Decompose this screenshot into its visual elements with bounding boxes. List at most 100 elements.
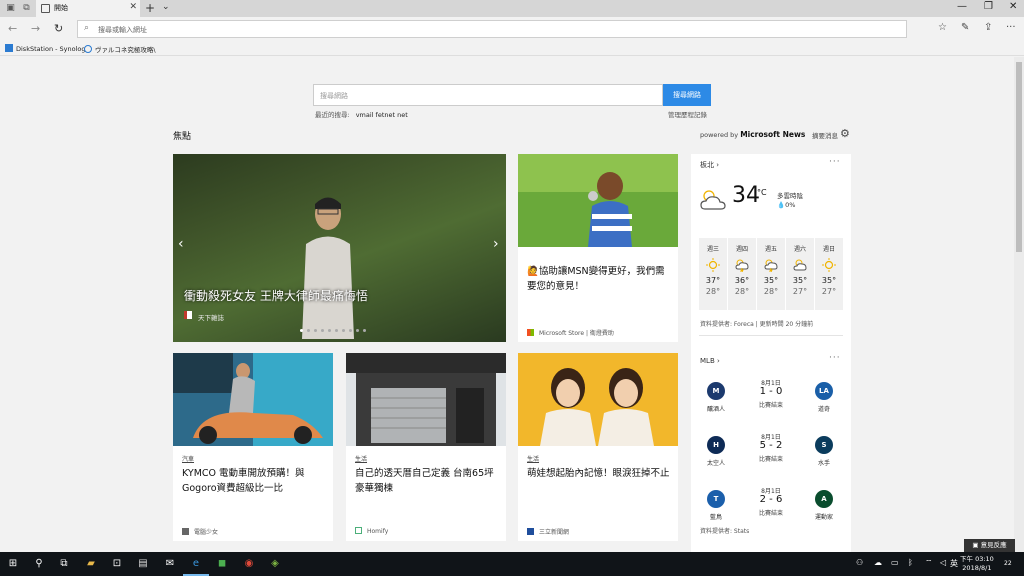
file-explorer-icon[interactable]: ▰ bbox=[84, 557, 98, 571]
forecast-low: 27° bbox=[821, 287, 837, 296]
favorite-valkyrie[interactable]: ヴァルコネ究極攻略\ bbox=[84, 44, 156, 54]
share-icon[interactable]: ⇪ bbox=[984, 22, 992, 33]
web-note-icon[interactable]: ✎ bbox=[961, 22, 969, 33]
dodgers-logo-icon: LA bbox=[815, 382, 833, 400]
wifi-icon[interactable]: ⌔ bbox=[925, 558, 933, 568]
hero-headline[interactable]: 衝動殺死女友 王牌大律師最痛悔悟 bbox=[184, 287, 368, 304]
volume-icon[interactable]: ◁ bbox=[940, 558, 946, 567]
weather-location[interactable]: 板北 › bbox=[700, 160, 719, 170]
close-window-icon[interactable]: ✕ bbox=[1009, 1, 1017, 12]
weather-more-icon[interactable]: ··· bbox=[829, 157, 841, 167]
line-icon[interactable]: ◼ bbox=[215, 557, 229, 571]
task-view-icon[interactable]: ⧉ bbox=[57, 557, 71, 571]
network-icon[interactable]: ▭ bbox=[891, 558, 899, 567]
favorite-diskstation[interactable]: DiskStation - Synolog bbox=[5, 44, 86, 53]
manage-feed-link[interactable]: 摘要消息 bbox=[812, 130, 838, 140]
recent-query-link[interactable]: vmail fetnet net bbox=[356, 111, 408, 119]
news-card[interactable]: 汽車 KYMCO 電動車開放預購！與Gogoro資費超級比一比 電腦少女 bbox=[173, 353, 333, 541]
favorite-label: ヴァルコネ究極攻略\ bbox=[95, 46, 156, 54]
hero-source: 天下雜誌 bbox=[198, 314, 224, 322]
tab-preview-icon[interactable]: ▣ bbox=[4, 2, 17, 15]
clock[interactable]: 下午 03:10 2018/8/1 bbox=[960, 555, 994, 573]
forecast-day[interactable]: 週三 37° 28° bbox=[699, 238, 727, 310]
maximize-icon[interactable]: ❐ bbox=[984, 1, 993, 12]
windows-start-icon[interactable]: ⊞ bbox=[6, 557, 20, 571]
chrome-icon[interactable]: ◉ bbox=[242, 557, 256, 571]
carousel-dot[interactable] bbox=[328, 329, 331, 332]
temperature-unit[interactable]: °C bbox=[757, 188, 767, 197]
favorites-star-icon[interactable]: ☆ bbox=[938, 22, 947, 33]
manage-history-link[interactable]: 管理歷程記錄 bbox=[668, 109, 707, 119]
minimize-icon[interactable]: — bbox=[957, 1, 967, 12]
bluetooth-icon[interactable]: ᛒ bbox=[908, 558, 913, 567]
hero-carousel[interactable]: ‹ › 衝動殺死女友 王牌大律師最痛悔悟 天下雜誌 bbox=[173, 154, 506, 342]
carousel-dot[interactable] bbox=[356, 329, 359, 332]
news-card[interactable]: 生活 自己的透天厝自己定義 台南65坪豪華獨棟 Homify bbox=[346, 353, 506, 541]
tab-start[interactable]: 開始 ✕ bbox=[36, 0, 140, 17]
section-title: 焦點 bbox=[173, 132, 192, 142]
app-icon[interactable]: ▤ bbox=[136, 557, 150, 571]
carousel-dot[interactable] bbox=[349, 329, 352, 332]
carousel-dot[interactable] bbox=[307, 329, 310, 332]
cloud-icon[interactable]: ☁ bbox=[874, 558, 882, 567]
notification-badge[interactable]: 22 bbox=[1004, 560, 1012, 567]
news-card[interactable]: 🙋協助讓MSN變得更好，我們需要您的意見！ Microsoft Store | … bbox=[518, 154, 678, 342]
tab-title: 開始 bbox=[54, 4, 68, 12]
mail-icon[interactable]: ✉ bbox=[163, 557, 177, 571]
forecast-day[interactable]: 週日 35° 27° bbox=[815, 238, 843, 310]
game-status: 比賽結束 bbox=[758, 402, 783, 409]
page-scrollbar[interactable] bbox=[1014, 57, 1024, 552]
search-icon[interactable]: ⚲ bbox=[32, 557, 46, 571]
mlb-title[interactable]: MLB › bbox=[700, 357, 720, 365]
web-search-input[interactable]: 搜尋網路 bbox=[313, 84, 663, 106]
card-category[interactable]: 生活 bbox=[527, 454, 539, 463]
app-icon[interactable]: ◈ bbox=[268, 557, 282, 571]
close-tab-icon[interactable]: ✕ bbox=[129, 2, 137, 12]
carousel-dot[interactable] bbox=[363, 329, 366, 332]
address-input[interactable]: ⌕ 搜尋或輸入網址 bbox=[77, 20, 907, 38]
mlb-game[interactable]: T 藍鳥 8月1日 2 - 6 比賽結束 A 運動家 bbox=[691, 486, 851, 526]
brewers-logo-icon: M bbox=[707, 382, 725, 400]
forecast-day[interactable]: 週五 35° 28° bbox=[757, 238, 785, 310]
feedback-button[interactable]: ▣ 意見反應 bbox=[964, 539, 1015, 552]
card-title: 自己的透天厝自己定義 台南65坪豪華獨棟 bbox=[355, 468, 494, 494]
people-icon[interactable]: ⚇ bbox=[856, 558, 863, 567]
carousel-dot[interactable] bbox=[314, 329, 317, 332]
forecast-day[interactable]: 週六 35° 27° bbox=[786, 238, 814, 310]
card-source-label: Homify bbox=[367, 528, 389, 535]
forward-icon[interactable]: → bbox=[31, 22, 40, 35]
set-aside-tabs-icon[interactable]: ⧉ bbox=[20, 2, 33, 15]
weather-location-label: 板北 bbox=[700, 161, 714, 169]
chevron-down-icon[interactable]: ⌄ bbox=[162, 2, 170, 12]
store-icon[interactable]: ⊡ bbox=[110, 557, 124, 571]
mlb-game[interactable]: M 釀酒人 8月1日 1 - 0 比賽結束 LA 道奇 bbox=[691, 378, 851, 418]
carousel-dot[interactable] bbox=[300, 329, 303, 332]
news-card[interactable]: 生活 萌娃想起胎內記憶！眼淚狂掉不止 三立新聞網 bbox=[518, 353, 678, 541]
ime-indicator[interactable]: 英 bbox=[950, 558, 958, 569]
gear-icon[interactable]: ⚙ bbox=[840, 127, 850, 140]
mariners-logo-icon: S bbox=[815, 436, 833, 454]
card-category[interactable]: 生活 bbox=[355, 454, 367, 463]
feedback-label: 意見反應 bbox=[980, 541, 1007, 549]
refresh-icon[interactable]: ↻ bbox=[54, 22, 63, 35]
edge-icon[interactable]: e bbox=[189, 557, 203, 571]
card-category[interactable]: 汽車 bbox=[182, 454, 194, 463]
mlb-game[interactable]: H 太空人 8月1日 5 - 2 比賽結束 S 水手 bbox=[691, 432, 851, 472]
carousel-next-icon[interactable]: › bbox=[493, 236, 499, 252]
carousel-dot[interactable] bbox=[321, 329, 324, 332]
carousel-prev-icon[interactable]: ‹ bbox=[178, 236, 184, 252]
more-icon[interactable]: ··· bbox=[1006, 22, 1016, 33]
forecast-day[interactable]: 週四 36° 28° bbox=[728, 238, 756, 310]
carousel-dot[interactable] bbox=[335, 329, 338, 332]
search-button[interactable]: 搜尋網路 bbox=[663, 84, 711, 106]
page-content: 搜尋網路 搜尋網路 最近的搜尋: vmail fetnet net 管理歷程記錄 … bbox=[0, 57, 1014, 552]
card-title: KYMCO 電動車開放預購！與Gogoro資費超級比一比 bbox=[182, 468, 305, 494]
source-logo-icon bbox=[182, 528, 189, 535]
mlb-more-icon[interactable]: ··· bbox=[829, 353, 841, 363]
card-source: Microsoft Store | 衛燈費助 bbox=[527, 328, 614, 337]
back-icon[interactable]: ← bbox=[8, 22, 17, 35]
card-image bbox=[346, 353, 506, 446]
scrollbar-thumb[interactable] bbox=[1016, 62, 1022, 252]
new-tab-icon[interactable]: + bbox=[145, 1, 155, 15]
carousel-dot[interactable] bbox=[342, 329, 345, 332]
